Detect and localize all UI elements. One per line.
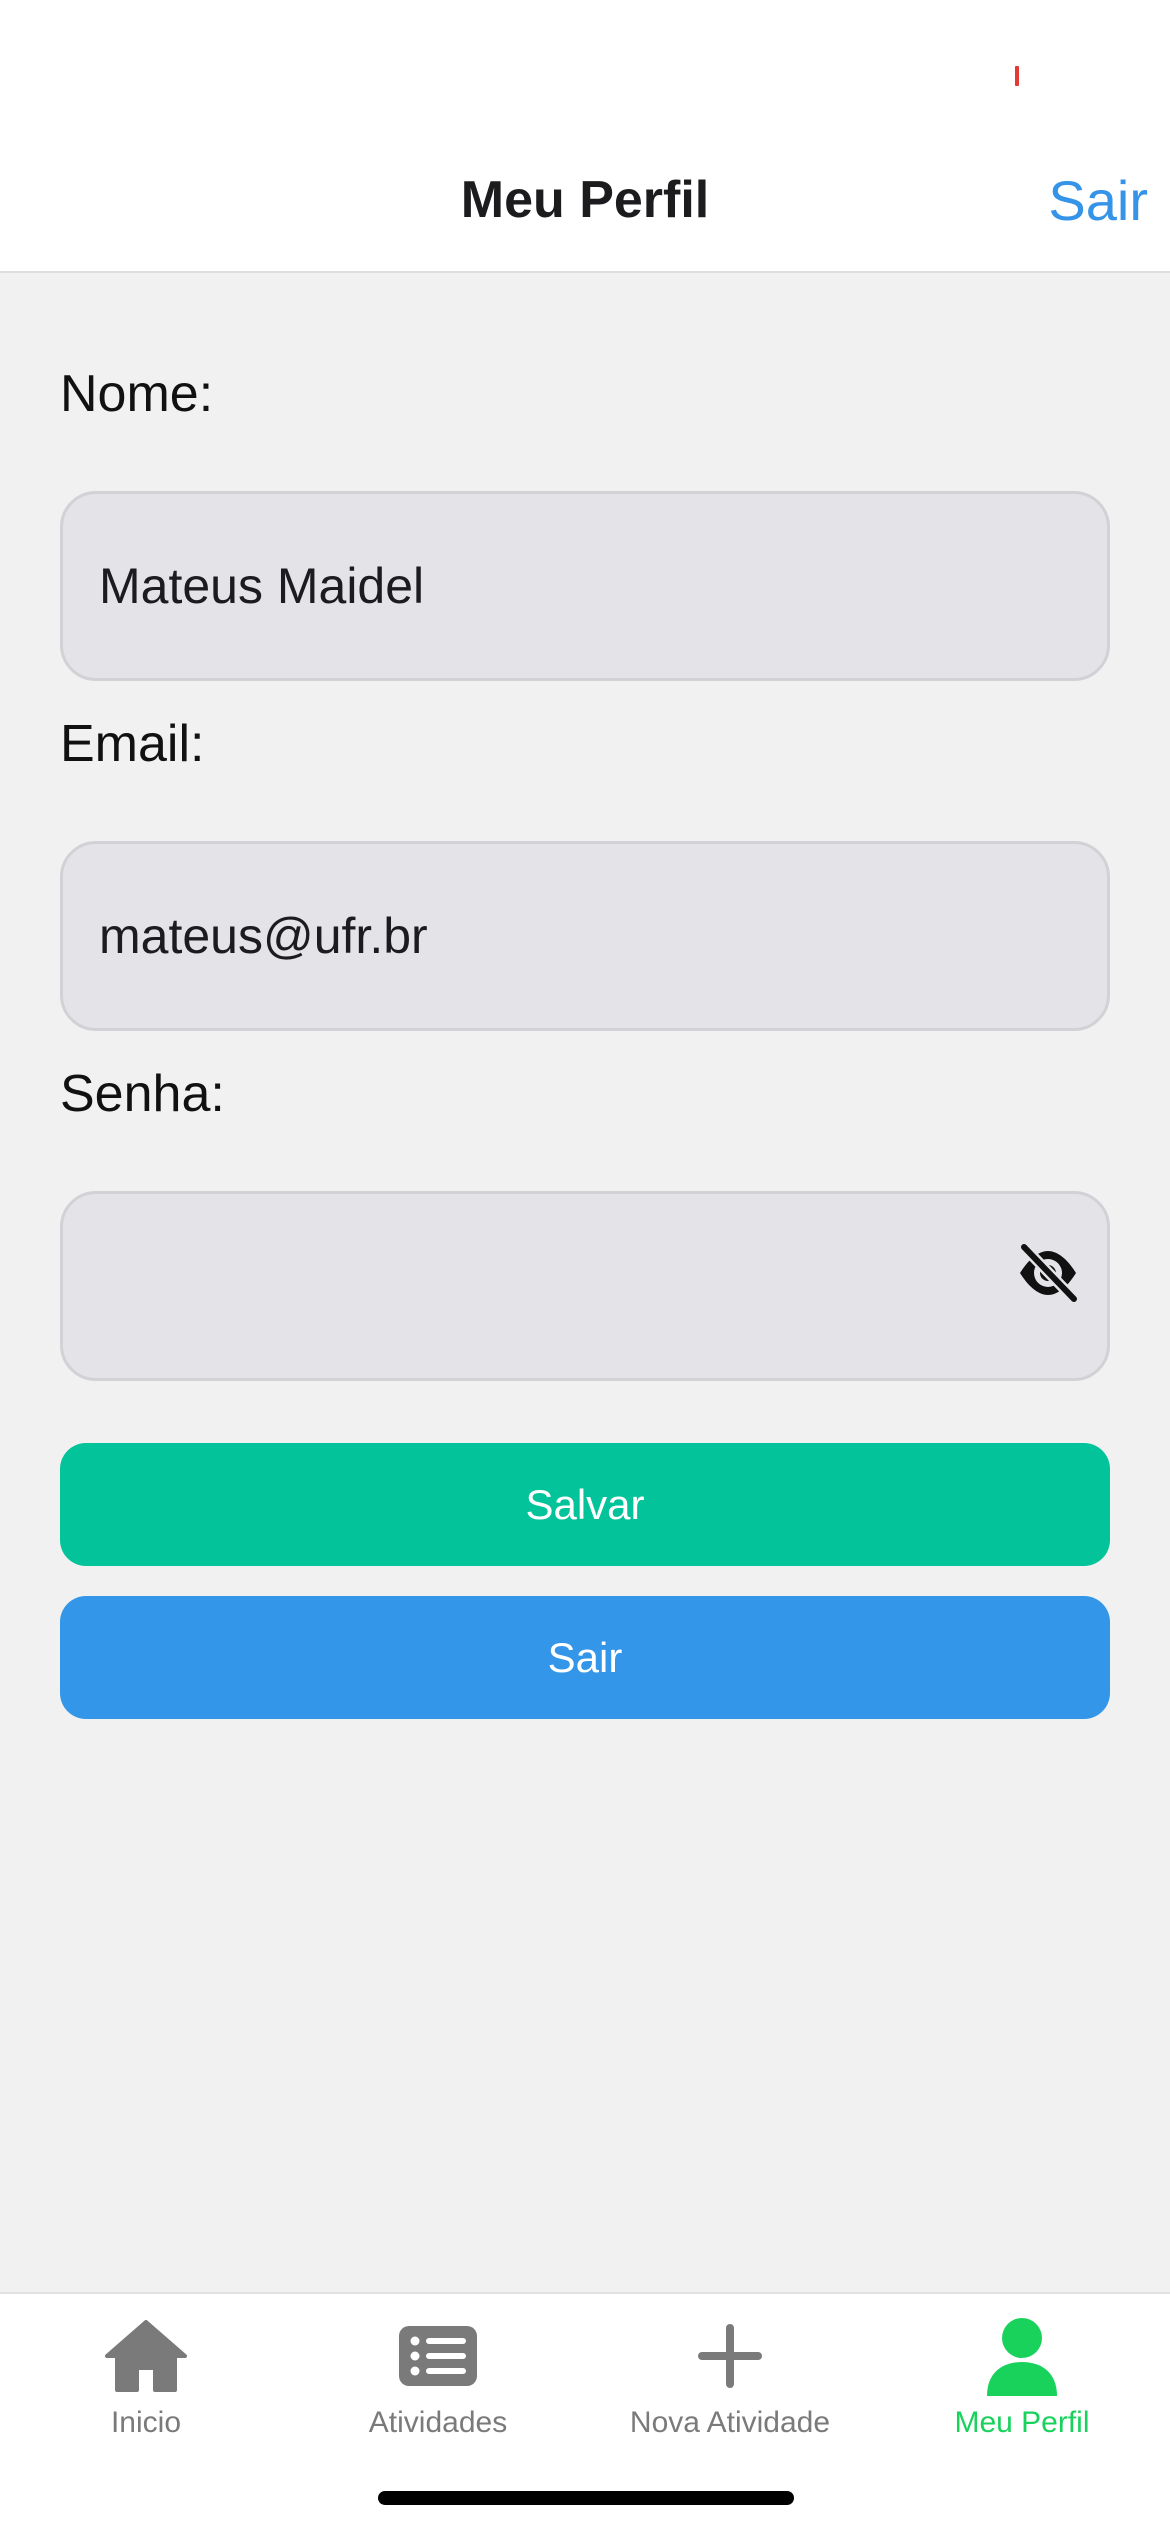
email-label: Email: <box>60 715 205 773</box>
profile-screen: Meu Perfil Sair Nome: Mateus Maidel Emai… <box>0 0 1170 2532</box>
save-button[interactable]: Salvar <box>60 1443 1110 1566</box>
tab-atividades[interactable]: Atividades <box>292 2294 584 2454</box>
home-indicator <box>378 2491 794 2505</box>
tab-meu-perfil[interactable]: Meu Perfil <box>876 2294 1168 2454</box>
password-field[interactable] <box>60 1191 1110 1381</box>
tab-inicio[interactable]: Inicio <box>0 2294 292 2454</box>
navigation-header: Meu Perfil Sair <box>0 140 1170 273</box>
name-field-value: Mateus Maidel <box>99 558 425 614</box>
tab-meu-perfil-label: Meu Perfil <box>954 2406 1090 2439</box>
page-title: Meu Perfil <box>460 171 710 229</box>
plus-icon <box>685 2316 775 2396</box>
name-field[interactable]: Mateus Maidel <box>60 491 1110 681</box>
email-field[interactable]: mateus@ufr.br <box>60 841 1110 1031</box>
list-icon <box>393 2316 483 2396</box>
tab-atividades-label: Atividades <box>368 2406 508 2439</box>
password-label: Senha: <box>60 1065 225 1123</box>
recording-indicator <box>1015 66 1019 86</box>
email-field-value: mateus@ufr.br <box>99 908 428 964</box>
user-icon <box>977 2316 1067 2396</box>
tab-nova-atividade[interactable]: Nova Atividade <box>584 2294 876 2454</box>
header-logout-button[interactable]: Sair <box>1048 168 1148 233</box>
status-bar <box>0 0 1170 140</box>
tab-inicio-label: Inicio <box>110 2406 182 2439</box>
eye-off-icon[interactable] <box>1013 1238 1083 1308</box>
name-label: Nome: <box>60 365 214 423</box>
logout-button[interactable]: Sair <box>60 1596 1110 1719</box>
tab-nova-atividade-label: Nova Atividade <box>629 2406 831 2439</box>
home-icon <box>101 2316 191 2396</box>
